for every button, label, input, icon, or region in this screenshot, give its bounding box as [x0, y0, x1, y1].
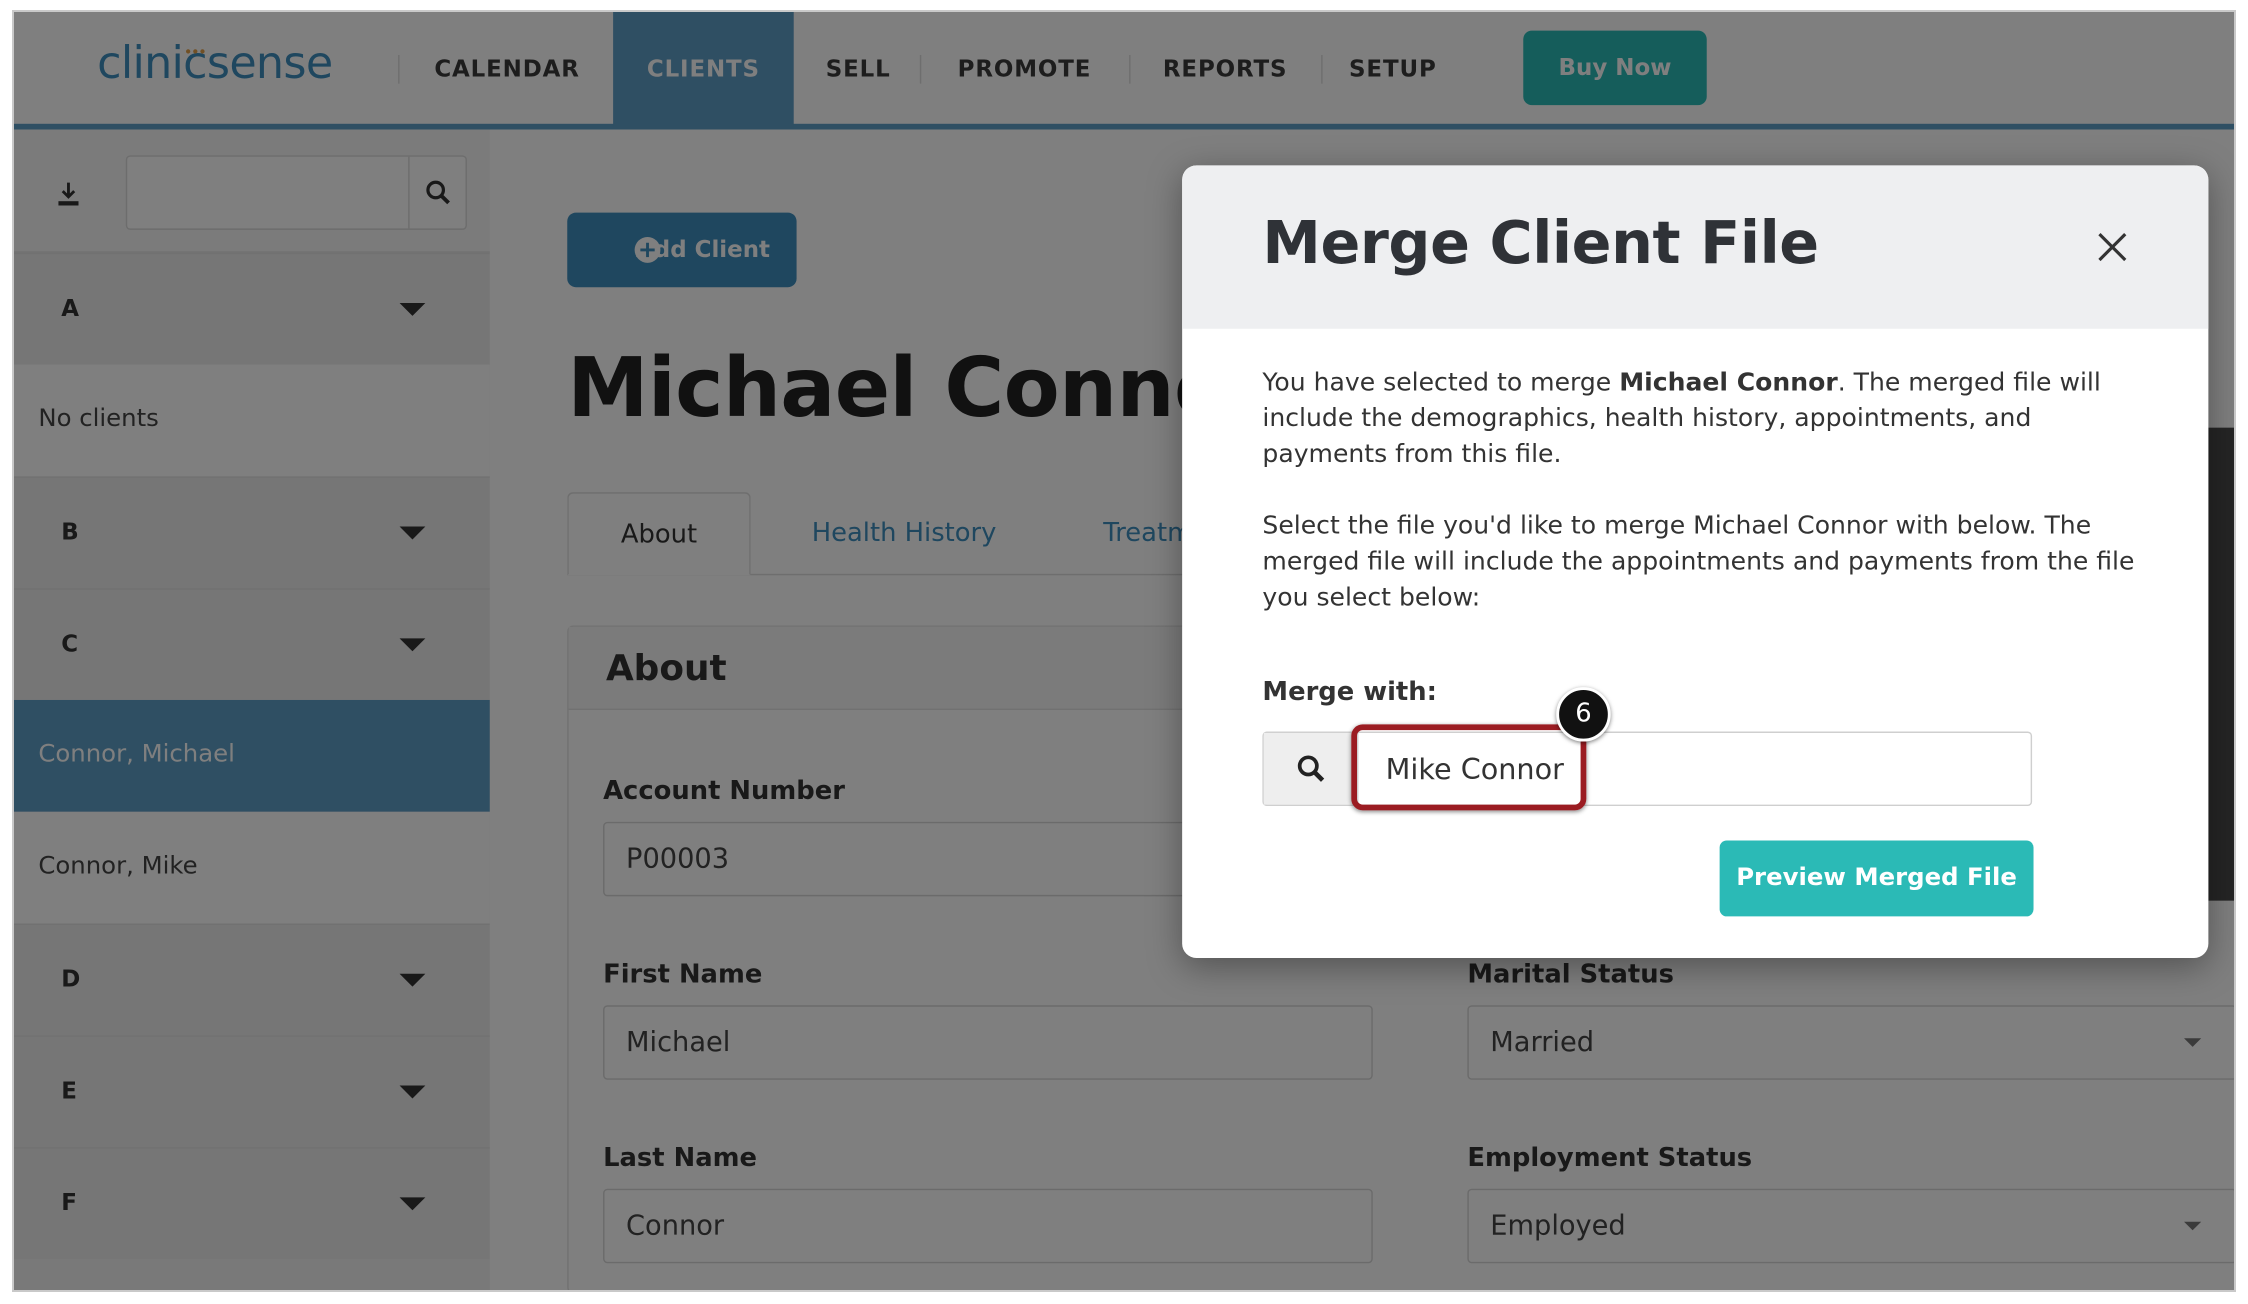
merge-client-dialog: Merge Client File You have selected to m… — [1182, 165, 2209, 958]
dialog-body: You have selected to merge Michael Conno… — [1262, 366, 2136, 653]
selected-client-name: Michael Connor — [1619, 368, 1838, 398]
merge-instructions: Select the file you'd like to merge Mich… — [1262, 512, 2135, 613]
dialog-title: Merge Client File — [1262, 208, 1819, 278]
search-icon — [1297, 755, 1325, 782]
screenshot-frame: clinicsense CALENDAR CLIENTS SELL PROMOT… — [12, 10, 2236, 1292]
merge-description: You have selected to merge Michael Conno… — [1262, 366, 2136, 473]
desc-prefix: You have selected to merge — [1262, 368, 1620, 398]
annotation-highlight-box — [1351, 724, 1587, 811]
merge-with-label: Merge with: — [1262, 677, 1437, 708]
merge-search-addon — [1263, 732, 1359, 805]
step-number-badge: 6 — [1556, 687, 1611, 742]
app-viewport: clinicsense CALENDAR CLIENTS SELL PROMOT… — [14, 12, 2234, 1290]
close-icon[interactable] — [2088, 223, 2137, 272]
dialog-header: Merge Client File — [1182, 165, 2209, 329]
preview-merged-file-button[interactable]: Preview Merged File — [1719, 840, 2034, 917]
